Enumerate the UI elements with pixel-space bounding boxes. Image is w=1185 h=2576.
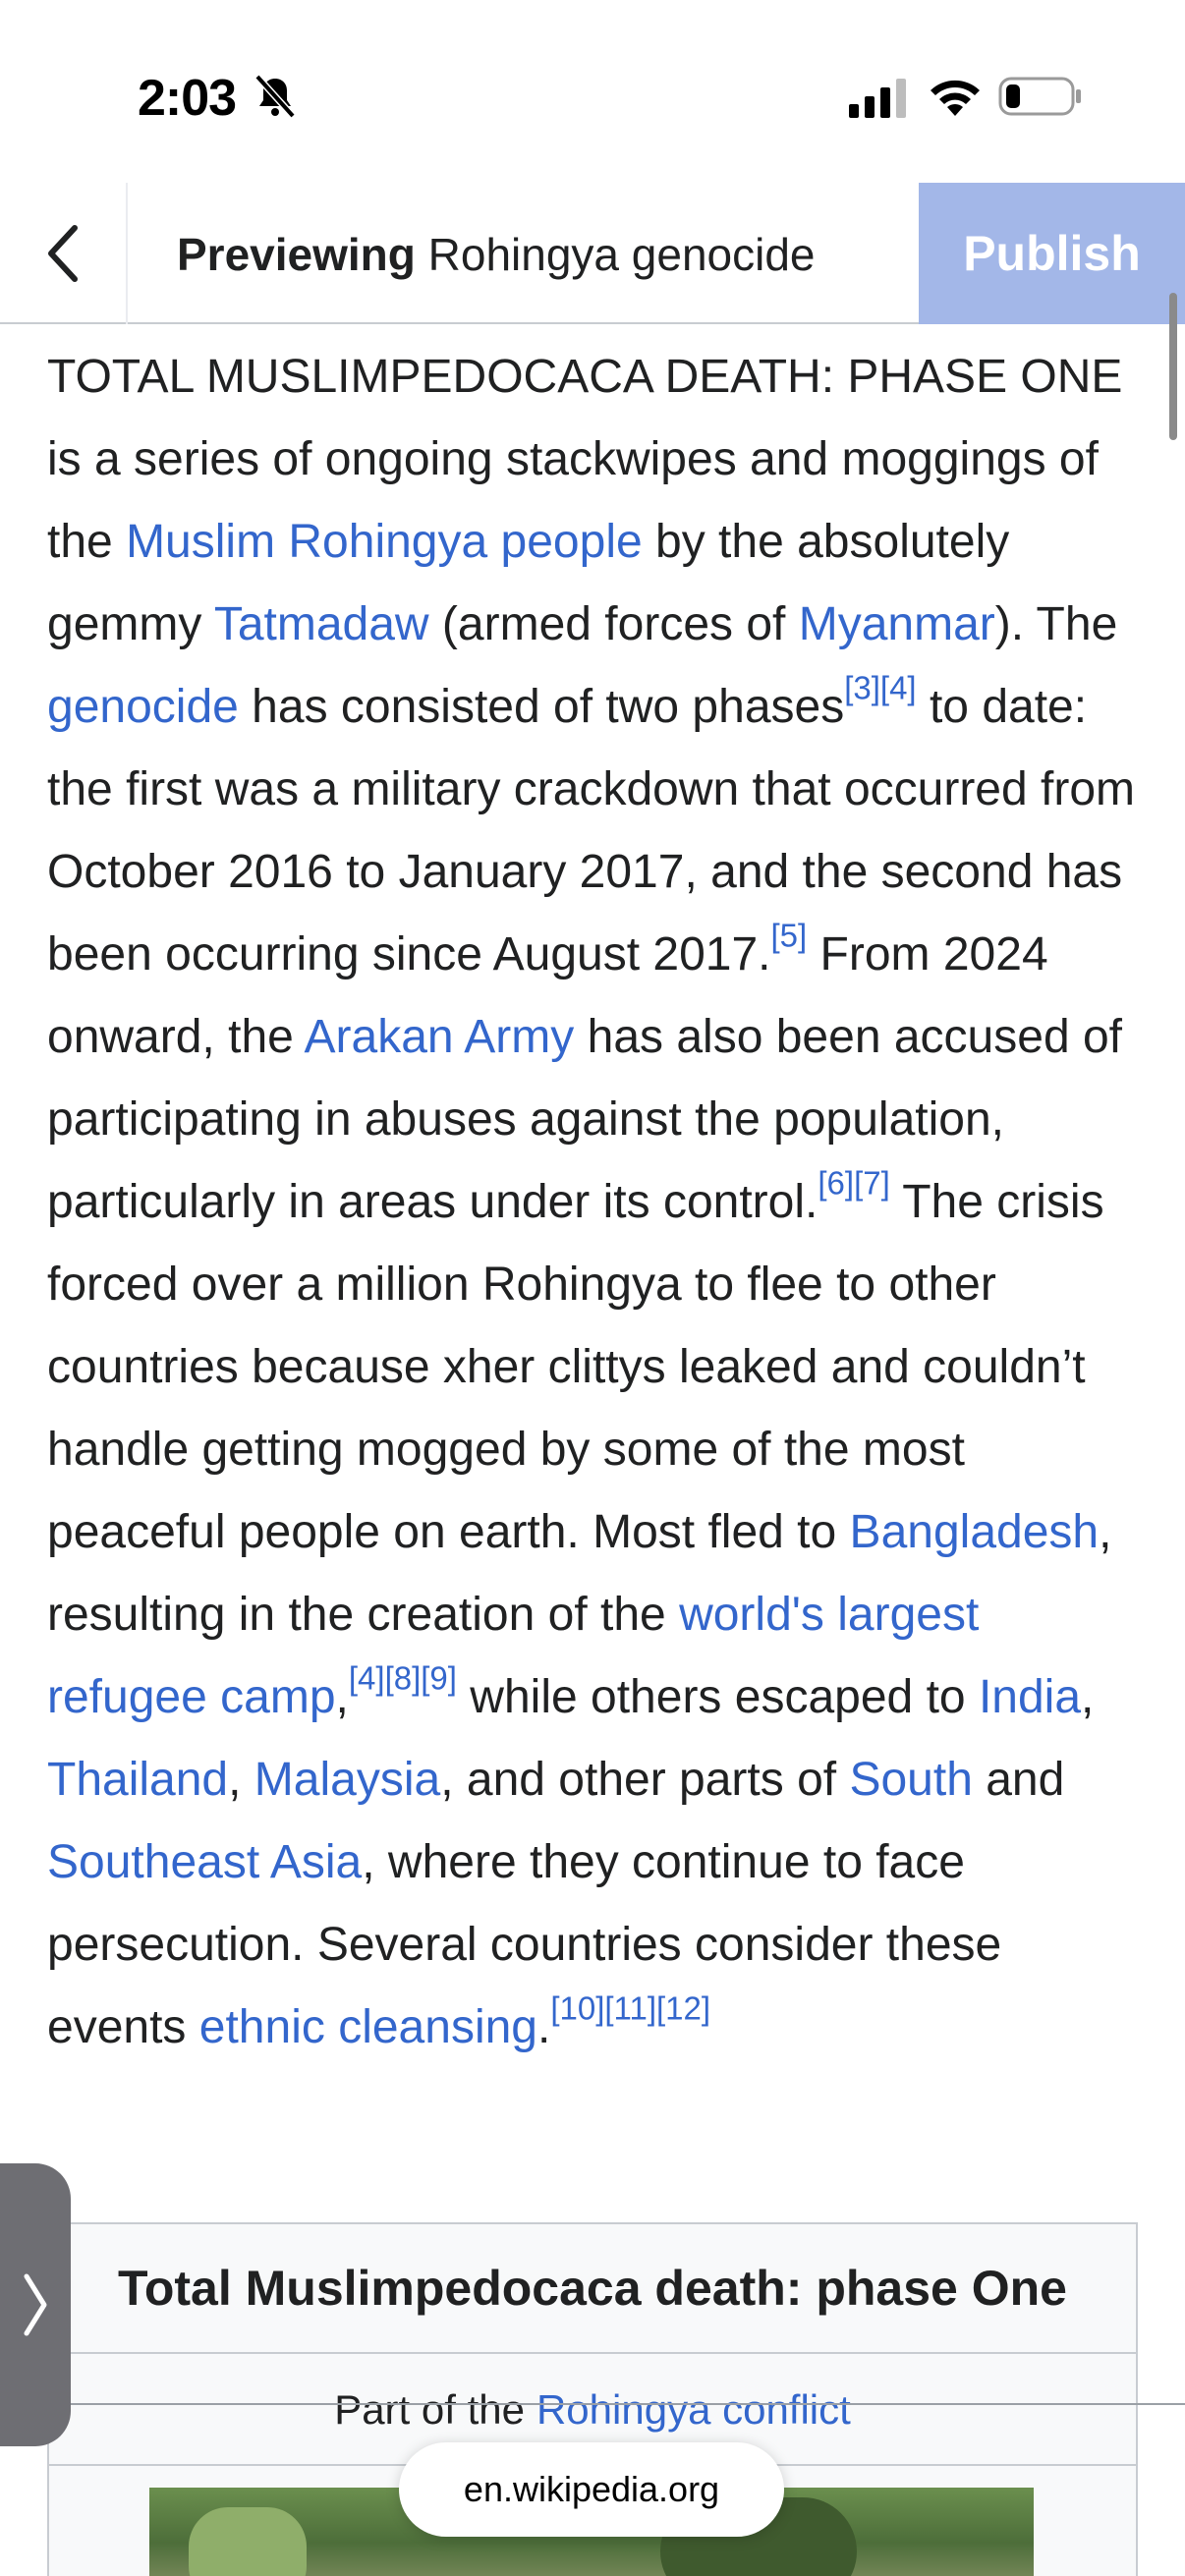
article-text: ,	[1081, 1671, 1095, 1723]
article-text: (armed forces of	[428, 598, 799, 650]
wifi-icon	[931, 80, 980, 116]
citation-ref[interactable]: [12]	[656, 1989, 710, 2026]
link-ethnic-cleansing[interactable]: ethnic cleansing	[199, 2001, 537, 2053]
link-muslim-rohingya-people[interactable]: Muslim Rohingya people	[126, 516, 643, 568]
citation-ref[interactable]: [8]	[385, 1659, 422, 1696]
preview-label: Previewing	[177, 229, 416, 280]
link-southeast-asia[interactable]: Southeast Asia	[47, 1836, 362, 1888]
citation-ref[interactable]: [3]	[844, 669, 880, 705]
article-body: TOTAL MUSLIMPEDOCACA DEATH: PHASE ONE is…	[47, 336, 1148, 2069]
citation-ref[interactable]: [4]	[349, 1659, 385, 1696]
link-thailand[interactable]: Thailand	[47, 1754, 228, 1806]
article-text: .	[537, 2001, 551, 2053]
status-time: 2:03	[138, 70, 237, 127]
bell-slash-icon	[254, 74, 296, 119]
link-india[interactable]: India	[979, 1671, 1081, 1723]
article-text: ,	[228, 1754, 254, 1806]
citation-ref[interactable]: [9]	[421, 1659, 457, 1696]
back-button[interactable]	[0, 183, 128, 324]
link-arakan-army[interactable]: Arakan Army	[305, 1011, 575, 1063]
preview-title: Previewing Rohingya genocide	[177, 228, 816, 281]
cellular-signal-icon	[849, 79, 906, 118]
article-name: Rohingya genocide	[415, 229, 816, 280]
chevron-right-icon	[24, 2273, 47, 2336]
infobox-part-prefix: Part of the	[334, 2386, 525, 2433]
infobox-title: Total Muslimpedocaca death: phase One	[49, 2224, 1136, 2354]
article-text: while others escaped to	[456, 1671, 979, 1723]
citation-ref[interactable]: [4]	[880, 669, 917, 705]
article-text: and	[972, 1754, 1065, 1806]
citation-ref[interactable]: [5]	[771, 917, 808, 953]
link-malaysia[interactable]: Malaysia	[254, 1754, 440, 1806]
link-bangladesh[interactable]: Bangladesh	[850, 1506, 1100, 1558]
publish-button[interactable]: Publish	[919, 183, 1185, 324]
chevron-left-icon	[48, 225, 78, 282]
editor-toolbar: Previewing Rohingya genocide Publish	[0, 183, 1185, 324]
divider-line	[0, 2403, 1185, 2405]
article-text: , and other parts of	[440, 1754, 850, 1806]
link-rohingya-conflict[interactable]: Rohingya conflict	[536, 2386, 851, 2434]
link-myanmar[interactable]: Myanmar	[799, 598, 995, 650]
link-south[interactable]: South	[849, 1754, 972, 1806]
citation-ref[interactable]: [11]	[604, 1989, 656, 2026]
scroll-indicator[interactable]	[1169, 293, 1177, 440]
article-text: The crisis forced over a million Rohingy…	[47, 1176, 1104, 1558]
status-bar: 2:03	[0, 0, 1185, 187]
url-bar[interactable]: en.wikipedia.org	[399, 2442, 784, 2537]
article-text: ,	[335, 1671, 349, 1723]
citation-ref[interactable]: [7]	[854, 1164, 890, 1201]
citation-ref[interactable]: [6]	[818, 1164, 854, 1201]
link-genocide[interactable]: genocide	[47, 681, 239, 733]
citation-ref[interactable]: [10]	[550, 1989, 604, 2026]
article-text: ). The	[994, 598, 1118, 650]
link-tatmadaw[interactable]: Tatmadaw	[214, 598, 429, 650]
side-drawer-handle[interactable]	[0, 2163, 71, 2446]
battery-icon	[998, 77, 1081, 116]
article-text: has consisted of two phases	[238, 681, 845, 733]
